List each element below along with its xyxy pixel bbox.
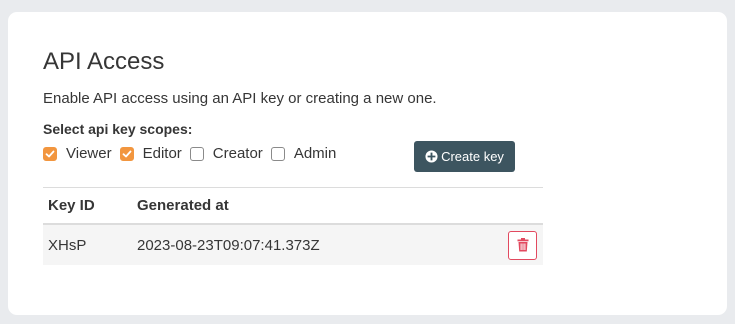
api-access-description: Enable API access using an API key or cr… <box>43 90 437 107</box>
scopes-group: Viewer Editor Creator Admin <box>43 144 344 164</box>
generated-at-cell: 2023-08-23T09:07:41.373Z <box>137 236 320 254</box>
create-key-label: Create key <box>441 149 504 164</box>
trash-icon <box>517 238 528 252</box>
check-icon <box>122 150 131 158</box>
scope-label: Creator <box>212 145 263 162</box>
scope-label: Admin <box>293 145 337 162</box>
viewer-checkbox[interactable] <box>43 147 57 161</box>
creator-checkbox[interactable] <box>189 147 204 161</box>
api-keys-table: Key ID Generated at XHsP 2023-08-23T09:0… <box>43 187 543 265</box>
column-header-generated-at: Generated at <box>137 197 229 214</box>
plus-circle-icon <box>425 150 438 163</box>
table-row: XHsP 2023-08-23T09:07:41.373Z <box>43 225 543 265</box>
page-title: API Access <box>43 48 165 75</box>
scope-viewer[interactable]: Viewer <box>43 144 112 164</box>
scopes-label: Select api key scopes: <box>43 121 193 137</box>
scope-editor[interactable]: Editor <box>119 144 182 164</box>
delete-key-button[interactable] <box>508 230 537 260</box>
check-icon <box>45 150 55 158</box>
scope-admin[interactable]: Admin <box>270 144 337 164</box>
table-header: Key ID Generated at <box>43 188 543 225</box>
editor-checkbox[interactable] <box>119 147 134 161</box>
scope-label: Viewer <box>66 145 112 162</box>
scope-creator[interactable]: Creator <box>189 144 263 164</box>
create-key-button[interactable]: Create key <box>414 141 515 172</box>
column-header-key-id: Key ID <box>48 197 95 214</box>
api-access-card: API Access Enable API access using an AP… <box>8 12 727 315</box>
scope-label: Editor <box>142 145 182 162</box>
key-id-cell: XHsP <box>48 236 87 254</box>
admin-checkbox[interactable] <box>270 147 285 161</box>
